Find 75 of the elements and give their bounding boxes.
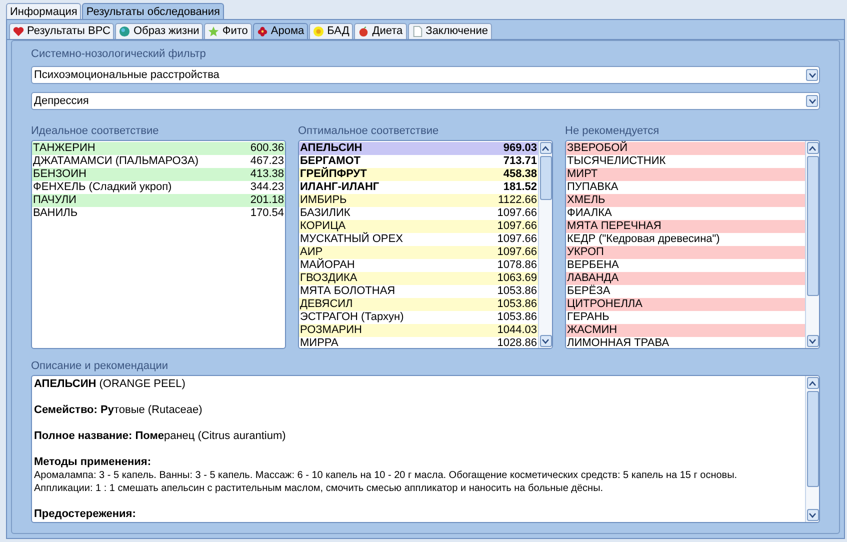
document-icon (412, 26, 423, 37)
tab[interactable]: Результаты обследования (82, 3, 224, 19)
scroll-thumb[interactable] (807, 156, 819, 296)
list-item[interactable]: ЖАСМИН (566, 324, 805, 337)
list-item[interactable]: ФЕНХЕЛЬ (Сладкий укроп) 344.23 (32, 181, 285, 194)
caret-icon (809, 146, 816, 150)
list-item[interactable]: МЯТА ПЕРЕЧНАЯ (566, 220, 805, 233)
description-text: Полное название: Померанец (Citrus aurantium) (34, 430, 287, 443)
scrollbar[interactable] (805, 376, 819, 522)
scroll-thumb[interactable] (807, 391, 819, 487)
sun-icon (313, 26, 324, 37)
list-label: Идеальное соответствие (31, 124, 160, 138)
description-text: Семейство: Рутовые (Rutaceae) (34, 404, 204, 417)
list-item[interactable]: РОЗМАРИН 1044.03 (299, 324, 538, 337)
list-item[interactable]: ГРЕЙПФРУТ 458.38 (299, 168, 538, 181)
scrollbar[interactable] (805, 141, 819, 348)
tab[interactable]: Результаты ВРС (9, 23, 114, 39)
tab[interactable]: Образ жизни (115, 23, 204, 39)
list-item[interactable]: МИРТ (566, 168, 805, 181)
heart-icon (13, 26, 24, 37)
scroll-down-button[interactable] (806, 509, 818, 521)
list-item[interactable]: КОРИЦА 1097.66 (299, 220, 538, 233)
scroll-thumb[interactable] (540, 156, 552, 200)
description-text: АПЕЛЬСИН (ORANGE PEEL) (34, 378, 186, 391)
description-heading: Методы применения: (34, 456, 152, 469)
scroll-down-button[interactable] (806, 69, 818, 81)
list-item[interactable]: УКРОП (566, 246, 805, 259)
scroll-up-button[interactable] (806, 142, 818, 154)
list-item[interactable]: АПЕЛЬСИН 969.03 (299, 142, 538, 155)
tab[interactable]: Фито (204, 23, 252, 39)
list-item[interactable]: ПАЧУЛИ 201.18 (32, 194, 285, 207)
caret-icon (808, 72, 816, 78)
scroll-down-button[interactable] (540, 335, 552, 347)
list-item[interactable]: ХМЕЛЬ (566, 194, 805, 207)
list-item[interactable]: ЦИТРОНЕЛЛА (566, 298, 805, 311)
tab[interactable]: Арома (252, 23, 308, 39)
flower-icon (256, 26, 268, 37)
list-item[interactable]: АИР 1097.66 (299, 246, 538, 259)
caret-icon (809, 380, 816, 386)
list-item[interactable]: ДЕВЯСИЛ 1053.86 (299, 298, 538, 311)
list-item[interactable]: ИМБИРЬ 1122.66 (299, 194, 538, 207)
scroll-down-button[interactable] (806, 335, 818, 347)
tab[interactable]: Заключение (408, 23, 492, 39)
list-item[interactable]: ЛАВАНДА (566, 272, 805, 285)
tab[interactable]: БАД (309, 23, 354, 39)
scroll-down-button[interactable] (806, 95, 818, 107)
scroll-up-button[interactable] (540, 142, 552, 154)
list-item[interactable]: ТАНЖЕРИН 600.36 (32, 142, 285, 155)
section-label: Системно-нозологический фильтр (31, 47, 207, 61)
list-item[interactable]: ГВОЗДИКА 1063.69 (299, 272, 538, 285)
caret-icon (808, 98, 816, 104)
list-label: Не рекомендуется (565, 124, 660, 138)
list-item[interactable]: БЕНЗОИН 413.38 (32, 168, 285, 181)
globe-icon (119, 26, 130, 37)
star-icon (208, 26, 220, 37)
caret-icon (809, 338, 816, 344)
list-label: Оптимальное соответствие (298, 124, 440, 138)
description-heading: Предостережения: (34, 508, 137, 521)
tab[interactable]: Диета (354, 23, 407, 39)
caret-icon (809, 512, 816, 518)
description-text: Аромалампа: 3 - 5 капель. Ванны: 3 - 5 капель. Массаж: 6 - 10 капель на 10 - 20 г масла. Обогащение косметических средств: 5 капель на 15 г основы. (34, 469, 738, 482)
list-item[interactable]: ЗВЕРОБОЙ (566, 142, 805, 155)
scrollbar[interactable] (538, 141, 552, 348)
dropdown-field[interactable]: Психоэмоциональные расстройства (31, 66, 820, 84)
list-item[interactable]: ЭСТРАГОН (Тархун) 1053.86 (299, 311, 538, 324)
tab[interactable]: Информация (6, 3, 82, 19)
caret-icon (542, 146, 549, 150)
scroll-up-button[interactable] (806, 377, 818, 389)
caret-icon (542, 338, 549, 344)
description-text: Аппликации: 1 : 1 смешать апельсин с растительным маслом, смочить смесью аппликатор и наносить на больные дёсны. (34, 482, 604, 495)
section-label: Описание и рекомендации (31, 359, 170, 373)
list-item[interactable]: ДЖАТАМАМСИ (ПАЛЬМАРОЗА) 467.23 (32, 155, 285, 168)
list-item[interactable]: МИРРА 1028.86 (299, 337, 538, 348)
apple-icon (358, 26, 370, 37)
dropdown-field[interactable]: Депрессия (31, 92, 820, 110)
